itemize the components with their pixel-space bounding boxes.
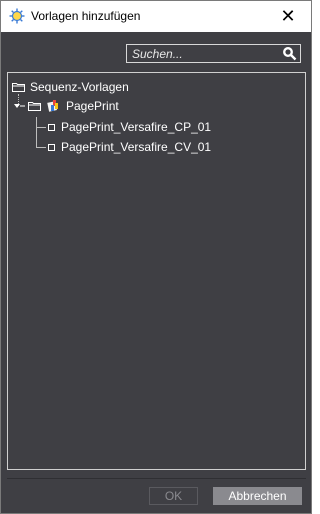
tree-item-label: PagePrint_Versafire_CP_01 xyxy=(61,120,212,134)
tree-item[interactable]: PagePrint_Versafire_CP_01 xyxy=(48,118,211,136)
tree-root-label: Sequenz-Vorlagen xyxy=(30,80,129,94)
tree-connector xyxy=(36,127,46,128)
tree-connector xyxy=(36,117,37,147)
window-title: Vorlagen hinzufügen xyxy=(31,9,141,23)
pageprint-icon xyxy=(47,100,58,112)
close-icon: ✕ xyxy=(280,6,296,26)
folder-icon xyxy=(12,83,25,92)
divider xyxy=(7,478,306,479)
template-tree[interactable]: Sequenz-Vorlagen PagePrint PagePrint_Ver… xyxy=(7,72,306,470)
tree-root-node[interactable]: Sequenz-Vorlagen xyxy=(12,78,129,96)
ok-button[interactable]: OK xyxy=(149,487,198,505)
checkbox-icon[interactable] xyxy=(48,143,55,151)
close-button[interactable]: ✕ xyxy=(265,1,311,32)
search-box xyxy=(126,44,301,63)
tree-group-label: PagePrint xyxy=(66,99,119,113)
checkbox-icon[interactable] xyxy=(48,123,55,131)
cancel-button[interactable]: Abbrechen xyxy=(213,487,302,505)
folder-icon xyxy=(28,102,41,111)
tree-item[interactable]: PagePrint_Versafire_CV_01 xyxy=(48,138,211,156)
expand-arrow-icon[interactable] xyxy=(12,101,26,111)
search-input[interactable] xyxy=(127,45,282,62)
dialog-window: Vorlagen hinzufügen ✕ Sequenz-Vorlagen xyxy=(0,0,312,514)
app-gear-icon xyxy=(9,8,25,24)
tree-item-label: PagePrint_Versafire_CV_01 xyxy=(61,140,212,154)
title-bar: Vorlagen hinzufügen ✕ xyxy=(1,1,311,32)
tree-connector xyxy=(36,147,46,148)
tree-group-node[interactable]: PagePrint xyxy=(12,97,119,115)
search-icon[interactable] xyxy=(282,46,297,61)
